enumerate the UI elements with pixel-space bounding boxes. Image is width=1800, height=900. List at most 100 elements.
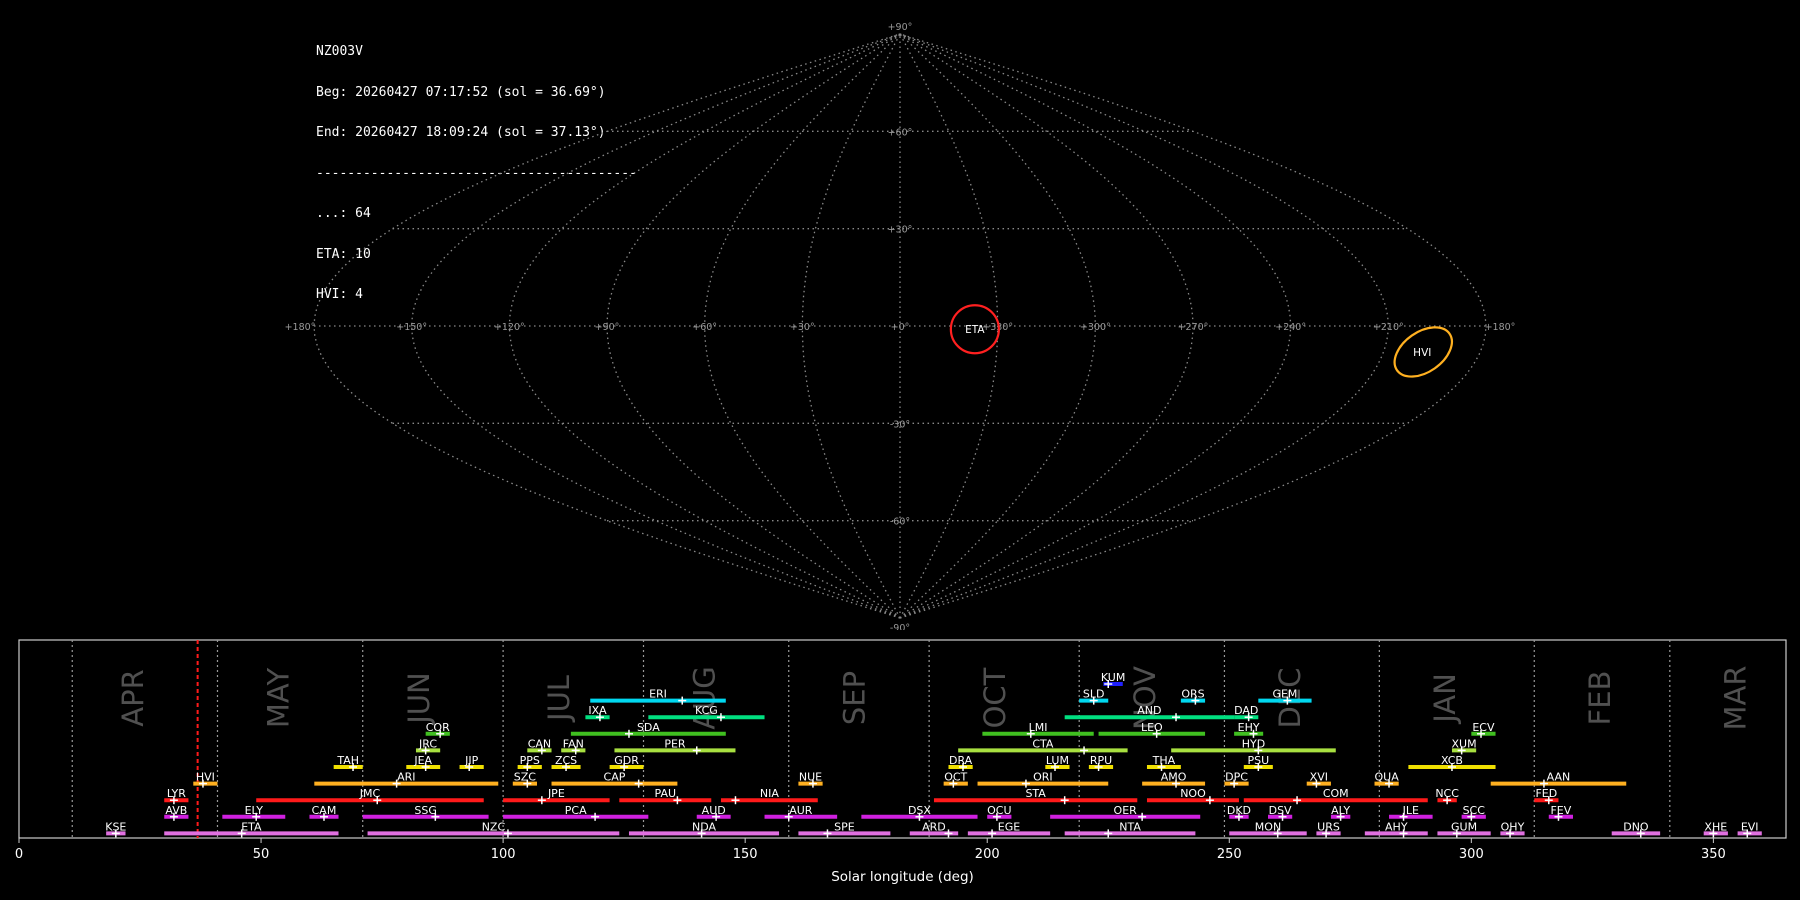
month-label: JUL (542, 675, 576, 723)
shower-label: DPC (1225, 771, 1248, 784)
month-label: SEP (838, 671, 872, 725)
month-label: JUN (402, 672, 436, 725)
shower-label: ERI (649, 688, 667, 701)
shower-label: HVI (196, 771, 215, 784)
shower-label: KCG (695, 704, 718, 717)
shower-label: LUM (1046, 754, 1069, 767)
shower-pps: PPS (517, 754, 542, 771)
lon-label: +180° (285, 322, 316, 333)
shower-jrc: JRC (415, 737, 441, 755)
shower-label: AHY (1385, 820, 1408, 833)
shower-dpc: DPC (1224, 771, 1249, 788)
shower-label: AMO (1161, 771, 1187, 784)
shower-label: XVI (1310, 771, 1328, 784)
shower-label: PER (664, 737, 686, 750)
shower-sld: SLD (1079, 688, 1109, 705)
shower-label: JEA (413, 754, 432, 767)
shower-xvi: XVI (1306, 771, 1331, 788)
shower-label: JRC (418, 737, 437, 750)
shower-label: EHY (1238, 721, 1260, 734)
shower-label: NIA (760, 787, 779, 800)
shower-label: COM (1323, 787, 1349, 800)
shower-avb: AVB (164, 804, 189, 821)
month-label: MAY (261, 668, 295, 729)
shower-urs: URS (1316, 820, 1341, 838)
shower-label: NCC (1435, 787, 1459, 800)
shower-label: FAN (563, 737, 584, 750)
shower-label: DKD (1227, 804, 1251, 817)
x-tick-label: 350 (1701, 847, 1726, 862)
shower-label: OER (1114, 804, 1138, 817)
shower-label: AUD (702, 804, 726, 817)
shower-label: ARD (922, 820, 946, 833)
shower-label: ARI (397, 771, 415, 784)
shower-label: SPE (834, 820, 855, 833)
shower-label: JLE (1402, 804, 1419, 817)
lon-label: +300° (1080, 322, 1111, 333)
shower-label: OHY (1501, 820, 1525, 833)
x-tick-label: 50 (253, 847, 270, 862)
shower-label: GEM (1272, 688, 1297, 701)
shower-label: STA (1025, 787, 1046, 800)
shower-ors: ORS (1180, 688, 1206, 705)
shower-label: NUE (799, 771, 822, 784)
shower-label: DNO (1623, 820, 1649, 833)
month-label: FEB (1583, 671, 1617, 726)
shower-ehy: EHY (1234, 721, 1264, 738)
shower-label: EGE (998, 820, 1020, 833)
lon-label: +210° (1373, 322, 1404, 333)
lon-label: +240° (1275, 322, 1306, 333)
shower-xhe: XHE (1703, 820, 1728, 838)
shower-label: NTA (1119, 820, 1141, 833)
shower-label: ZCS (555, 754, 577, 767)
lon-label: +150° (396, 322, 427, 333)
x-tick-label: 300 (1459, 847, 1484, 862)
shower-ocu: OCU (987, 804, 1012, 821)
shower-rpu: RPU (1088, 754, 1114, 771)
shower-label: LEO (1141, 721, 1163, 734)
shower-label: ALY (1331, 804, 1350, 817)
shower-label: OCT (944, 771, 967, 784)
lat-label: +60° (888, 127, 913, 138)
shower-label: XHE (1704, 820, 1727, 833)
shower-label: DAD (1234, 704, 1258, 717)
shower-label: SSG (414, 804, 437, 817)
shower-oct: OCT (943, 771, 968, 788)
shower-label: AND (1137, 704, 1161, 717)
lon-label: +0° (891, 322, 910, 333)
shower-aly: ALY (1330, 804, 1350, 821)
shower-label: AAN (1547, 771, 1571, 784)
shower-label: PPS (520, 754, 540, 767)
shower-label: SCC (1463, 804, 1486, 817)
x-tick-label: 0 (15, 847, 23, 862)
shower-label: ORI (1033, 771, 1053, 784)
shower-psu: PSU (1243, 754, 1273, 771)
shower-ncc: NCC (1435, 787, 1459, 805)
shower-label: PAU (655, 787, 677, 800)
shower-lum: LUM (1045, 754, 1070, 771)
shower-label: EVI (1741, 820, 1759, 833)
shower-label: ETA (241, 820, 262, 833)
meridian-line (606, 33, 901, 619)
shower-label: AUR (789, 804, 813, 817)
shower-label: SZC (514, 771, 537, 784)
shower-label: COR (426, 721, 450, 734)
shower-tah: TAH (333, 754, 363, 771)
x-tick-label: 200 (975, 847, 1000, 862)
shower-ecv: ECV (1471, 721, 1496, 738)
month-label: APR (116, 669, 150, 726)
shower-label: CAN (528, 737, 551, 750)
shower-label: MON (1255, 820, 1281, 833)
shower-label: PSU (1247, 754, 1269, 767)
shower-label: CTA (1032, 737, 1054, 750)
shower-label: SDA (637, 721, 660, 734)
lon-label: +270° (1178, 322, 1209, 333)
shower-scc: SCC (1461, 804, 1486, 821)
shower-gdr: GDR (609, 754, 644, 771)
shower-label: HYD (1242, 737, 1265, 750)
shower-label: AVB (165, 804, 187, 817)
shower-label: XCB (1441, 754, 1463, 767)
shower-label: NOO (1180, 787, 1206, 800)
lat-label: -60° (890, 517, 910, 528)
shower-lyr: LYR (164, 787, 189, 805)
